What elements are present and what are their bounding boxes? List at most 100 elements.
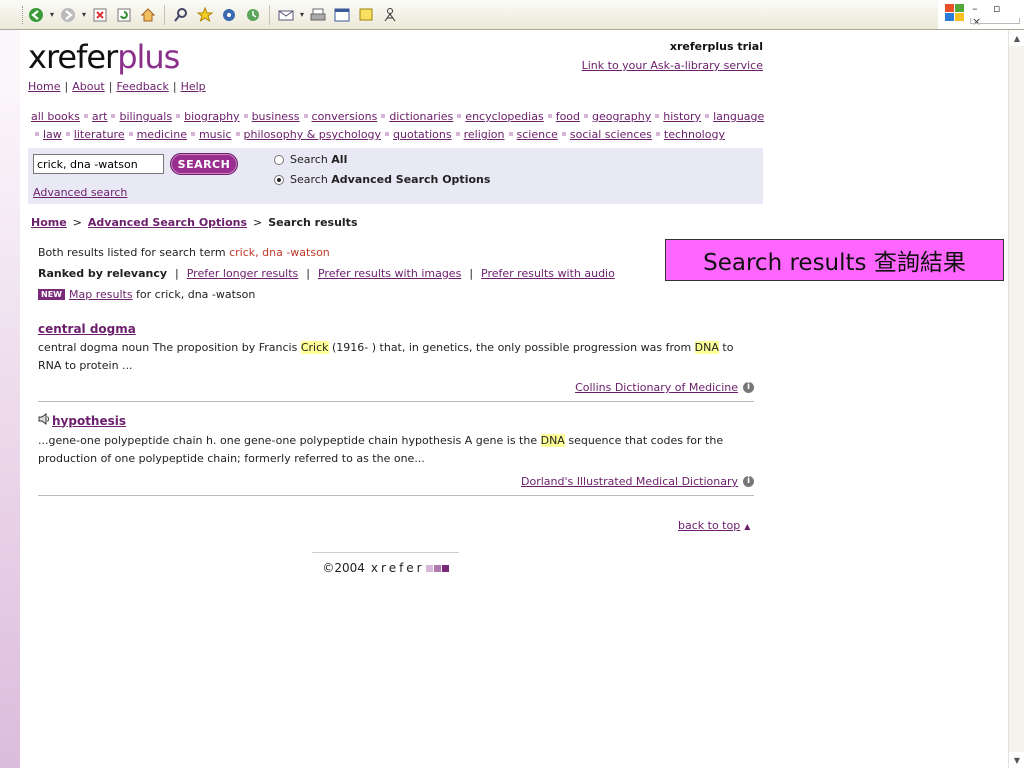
refresh-icon[interactable] — [115, 6, 133, 24]
media-icon[interactable] — [220, 6, 238, 24]
source-link[interactable]: Dorland's Illustrated Medical Dictionary — [521, 475, 738, 488]
left-decor-strip — [0, 0, 20, 768]
category-link[interactable]: philosophy & psychology — [244, 128, 382, 141]
radio-selected-icon[interactable] — [274, 174, 284, 185]
breadcrumb-current: Search results — [268, 216, 358, 229]
category-link[interactable]: music — [199, 128, 232, 141]
advanced-search-link[interactable]: Advanced search — [33, 186, 127, 199]
back-dropdown-icon[interactable]: ▾ — [48, 6, 56, 24]
xreferplus-logo[interactable]: xreferplus — [28, 38, 180, 76]
category-link[interactable]: technology — [664, 128, 725, 141]
prefer-images-link[interactable]: Prefer results with images — [318, 267, 461, 280]
nav-home[interactable]: Home — [28, 80, 60, 93]
scroll-down-icon[interactable]: ▼ — [1009, 752, 1024, 768]
search-button[interactable]: SEARCH — [170, 153, 238, 175]
map-results-link[interactable]: Map results — [69, 288, 133, 301]
category-separator — [111, 114, 116, 118]
category-separator — [655, 132, 660, 136]
result-title[interactable]: hypothesis — [52, 414, 126, 428]
footer-brand: xrefer — [370, 561, 425, 575]
nav-help[interactable]: Help — [181, 80, 206, 93]
category-link[interactable]: geography — [592, 110, 651, 123]
footer: ©2004 xrefer — [312, 552, 459, 575]
breadcrumb-separator: > — [253, 216, 263, 229]
category-link[interactable]: biography — [184, 110, 239, 123]
category-link[interactable]: literature — [74, 128, 125, 141]
messenger-icon[interactable] — [381, 6, 399, 24]
category-separator — [655, 114, 660, 118]
rank-separator: | — [306, 267, 310, 280]
snippet-highlight: Crick — [300, 341, 329, 354]
radio-search-advanced[interactable]: Search Advanced Search Options — [274, 173, 490, 186]
forward-dropdown-icon[interactable]: ▾ — [80, 6, 88, 24]
category-link[interactable]: history — [663, 110, 701, 123]
category-link[interactable]: art — [92, 110, 108, 123]
map-results-suffix: for crick, dna -watson — [136, 288, 256, 301]
prefer-audio-link[interactable]: Prefer results with audio — [481, 267, 615, 280]
ranking-options: Ranked by relevancy | Prefer longer result… — [38, 267, 615, 280]
category-separator — [128, 132, 133, 136]
vertical-scrollbar[interactable]: ▲ ▼ — [1008, 30, 1024, 768]
category-separator — [176, 114, 181, 118]
nav-separator: | — [64, 80, 69, 93]
nav-feedback[interactable]: Feedback — [116, 80, 168, 93]
search-input[interactable] — [33, 154, 164, 174]
logo-plus: plus — [117, 38, 180, 76]
breadcrumb-advanced[interactable]: Advanced Search Options — [88, 216, 247, 229]
rank-separator: | — [175, 267, 179, 280]
logo-text: xrefer — [28, 38, 118, 76]
category-link[interactable]: religion — [464, 128, 505, 141]
category-link[interactable]: law — [43, 128, 62, 141]
category-link[interactable]: business — [252, 110, 300, 123]
category-separator — [190, 132, 195, 136]
category-link[interactable]: all books — [31, 110, 80, 123]
radio-search-advanced-bold: Advanced Search Options — [331, 173, 491, 186]
history-icon[interactable] — [244, 6, 262, 24]
back-to-top-link[interactable]: back to top — [678, 519, 740, 532]
back-icon[interactable] — [27, 6, 45, 24]
category-link[interactable]: social sciences — [570, 128, 652, 141]
home-icon[interactable] — [139, 6, 157, 24]
category-link[interactable]: medicine — [137, 128, 187, 141]
mail-dropdown-icon[interactable]: ▾ — [298, 6, 306, 24]
toolbar-grip[interactable] — [22, 6, 25, 24]
trial-label: xreferplus trial — [669, 40, 763, 53]
info-icon[interactable]: i — [743, 476, 754, 487]
result-title[interactable]: central dogma — [38, 322, 136, 336]
result-divider — [38, 401, 754, 402]
category-separator — [561, 132, 566, 136]
audio-speaker-icon[interactable] — [38, 412, 50, 429]
ranked-label: Ranked by relevancy — [38, 267, 168, 280]
result-divider — [38, 495, 754, 496]
nav-about[interactable]: About — [72, 80, 105, 93]
category-link[interactable]: language — [713, 110, 764, 123]
source-link[interactable]: Collins Dictionary of Medicine — [575, 381, 738, 394]
category-separator — [455, 132, 460, 136]
forward-icon[interactable] — [59, 6, 77, 24]
category-link[interactable]: quotations — [393, 128, 452, 141]
category-link[interactable]: bilinguals — [119, 110, 172, 123]
window-controls[interactable]: – ▫ × — [972, 2, 1024, 28]
category-link[interactable]: conversions — [312, 110, 378, 123]
ask-library-link[interactable]: Link to your Ask-a-library service — [582, 59, 763, 72]
breadcrumb-home[interactable]: Home — [31, 216, 67, 229]
radio-search-all[interactable]: Search All — [274, 153, 347, 166]
radio-icon[interactable] — [274, 154, 284, 165]
category-link[interactable]: encyclopedias — [465, 110, 543, 123]
scroll-up-icon[interactable]: ▲ — [1009, 30, 1024, 46]
category-separator — [235, 132, 240, 136]
prefer-longer-link[interactable]: Prefer longer results — [187, 267, 299, 280]
stop-icon[interactable] — [91, 6, 109, 24]
category-link[interactable]: science — [517, 128, 558, 141]
info-icon[interactable]: i — [743, 382, 754, 393]
edit-icon[interactable] — [333, 6, 351, 24]
category-links: all books art bilinguals biography business c… — [31, 108, 766, 144]
category-link[interactable]: food — [556, 110, 580, 123]
category-separator — [584, 114, 589, 118]
search-icon[interactable] — [172, 6, 190, 24]
favorites-icon[interactable] — [196, 6, 214, 24]
discuss-icon[interactable] — [357, 6, 375, 24]
category-link[interactable]: dictionaries — [389, 110, 453, 123]
mail-icon[interactable] — [277, 6, 295, 24]
print-icon[interactable] — [309, 6, 327, 24]
